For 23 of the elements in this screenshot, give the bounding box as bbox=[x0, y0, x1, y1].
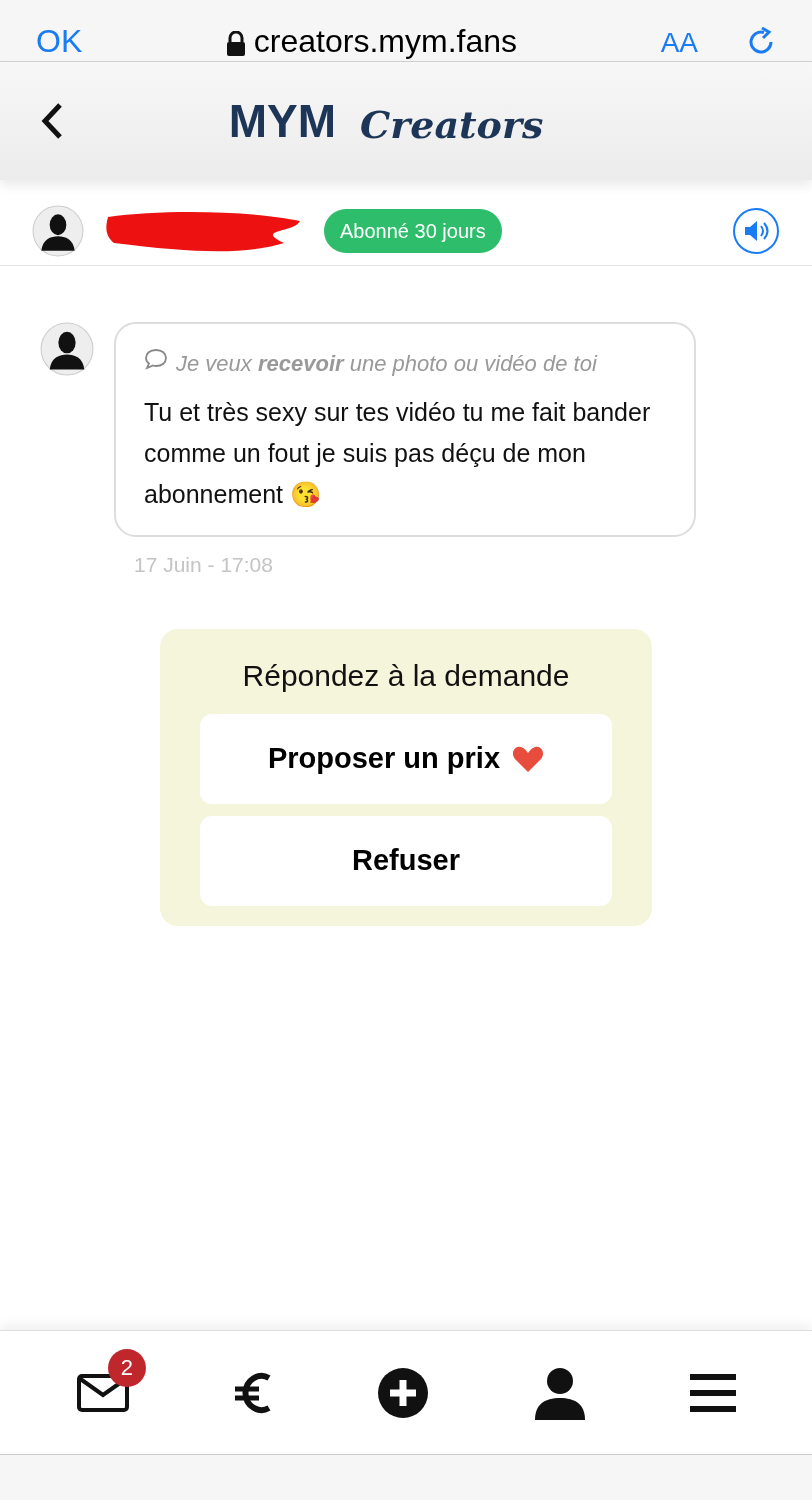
response-button[interactable]: Refuser bbox=[200, 815, 612, 906]
speaker-icon[interactable] bbox=[732, 206, 780, 255]
lock-icon bbox=[225, 31, 246, 57]
profile-icon[interactable] bbox=[532, 1365, 587, 1420]
subscription-badge: Abonné 30 jours bbox=[324, 208, 502, 253]
add-icon[interactable] bbox=[377, 1366, 429, 1419]
response-button[interactable]: Proposer un prix bbox=[200, 713, 612, 804]
heart-icon bbox=[512, 744, 544, 773]
text-size-button[interactable]: AA bbox=[660, 29, 698, 57]
message-time: 17 Juin - 17:08 bbox=[134, 552, 274, 578]
comment-icon bbox=[144, 348, 168, 370]
response-title: Répondez à la demande bbox=[241, 657, 571, 694]
avatar-icon bbox=[32, 204, 84, 257]
menu-icon[interactable] bbox=[690, 1372, 737, 1413]
logo-text: MYM bbox=[228, 98, 336, 144]
logo-subtitle: Creators bbox=[359, 106, 544, 144]
request-text: Je veux recevoir une photo ou vidéo de toi bbox=[176, 350, 597, 378]
unread-badge: 2 bbox=[107, 1348, 146, 1387]
url-text[interactable]: creators.mym.fans bbox=[253, 25, 517, 57]
avatar-icon bbox=[40, 322, 94, 376]
message-text: Tu et très sexy sur tes vidéo tu me fait bander comme un fout je suis pas déçu de mon abonnement 😘 bbox=[144, 397, 652, 510]
back-icon[interactable] bbox=[40, 101, 64, 141]
done-link[interactable]: OK bbox=[36, 25, 83, 57]
